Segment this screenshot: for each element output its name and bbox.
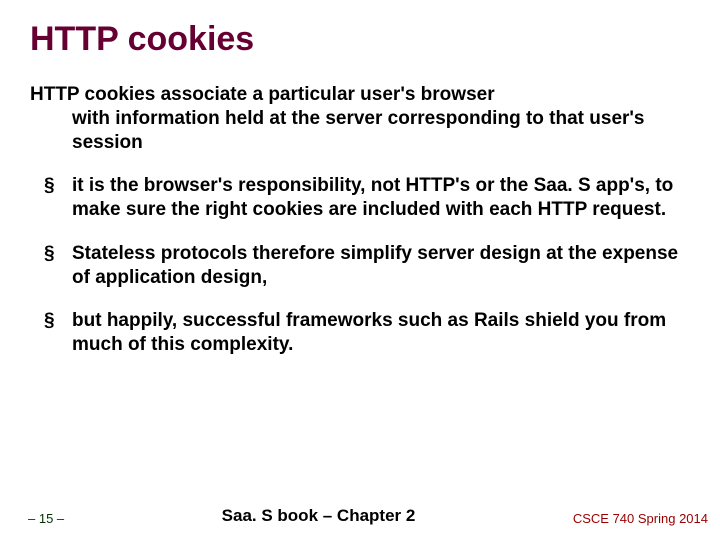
bullet-list: it is the browser's responsibility, not … — [30, 174, 690, 357]
bullet-item: but happily, successful frameworks such … — [30, 309, 690, 357]
intro-line-rest: with information held at the server corr… — [30, 107, 690, 155]
footer-center-text: Saa. S book – Chapter 2 — [64, 506, 573, 526]
bullet-item: Stateless protocols therefore simplify s… — [30, 242, 690, 290]
intro-line-1: HTTP cookies associate a particular user… — [30, 84, 495, 105]
page-number: – 15 – — [28, 511, 64, 526]
intro-paragraph: HTTP cookies associate a particular user… — [30, 83, 690, 154]
bullet-item: it is the browser's responsibility, not … — [30, 174, 690, 222]
footer-right-text: CSCE 740 Spring 2014 — [573, 511, 708, 526]
slide-footer: – 15 – Saa. S book – Chapter 2 CSCE 740 … — [0, 506, 720, 526]
slide-title: HTTP cookies — [30, 20, 690, 59]
